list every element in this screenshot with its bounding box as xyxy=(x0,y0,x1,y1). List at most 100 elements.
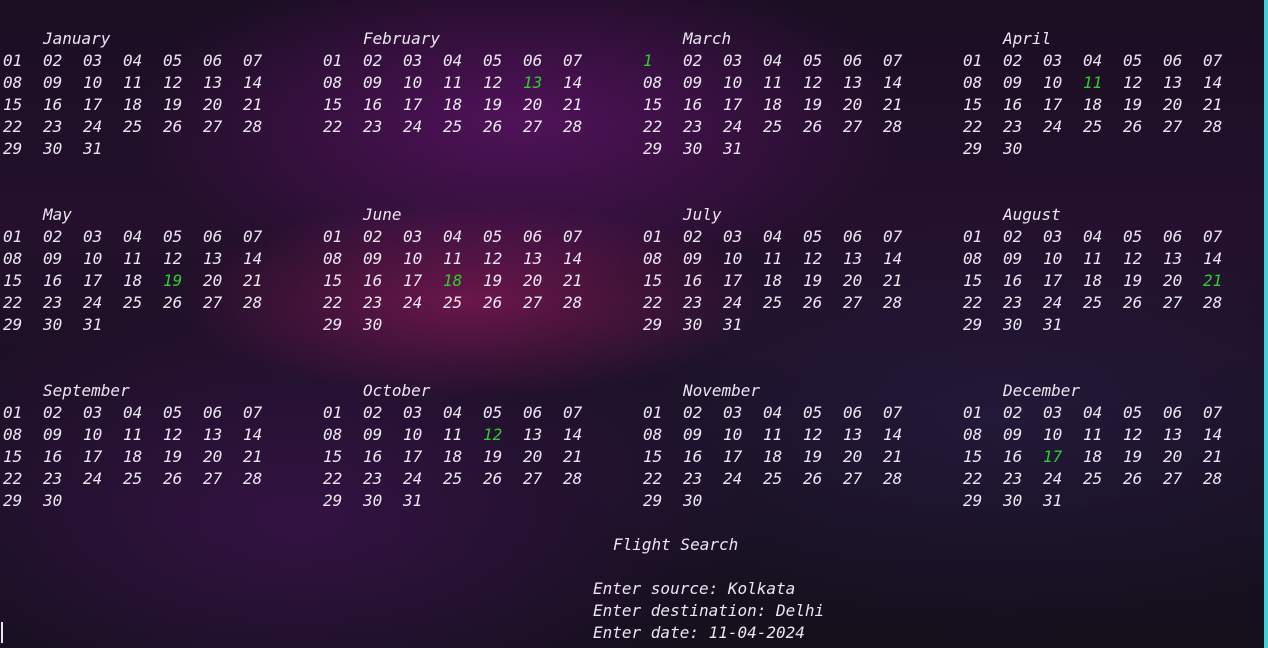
day-cell: 14 xyxy=(563,73,583,92)
day-cell: 01 xyxy=(3,51,23,70)
day-cell: 18 xyxy=(443,95,463,114)
day-cell: 19 xyxy=(1123,447,1143,466)
month-name: March xyxy=(683,29,732,48)
day-cell: 19 xyxy=(483,271,503,290)
day-cell: 18 xyxy=(443,447,463,466)
month-name: November xyxy=(683,381,761,400)
day-cell: 18 xyxy=(763,95,783,114)
day-cell: 18 xyxy=(123,271,143,290)
day-cell: 21 xyxy=(1203,95,1223,114)
highlighted-day: 19 xyxy=(163,271,183,290)
day-cell: 12 xyxy=(803,249,823,268)
day-cell: 07 xyxy=(883,227,903,246)
month-june: June 01 02 03 04 05 06 07 08 09 10 11 12 13 14 15 16 17 18… xyxy=(323,204,643,336)
day-cell: 03 xyxy=(723,403,743,422)
day-cell: 09 xyxy=(683,425,703,444)
day-cell: 02 xyxy=(363,403,383,422)
day-cell: 04 xyxy=(123,51,143,70)
day-cell: 19 xyxy=(1123,95,1143,114)
day-cell: 19 xyxy=(483,95,503,114)
day-cell: 17 xyxy=(723,447,743,466)
day-cell: 07 xyxy=(1203,403,1223,422)
day-cell: 06 xyxy=(203,51,223,70)
day-cell: 31 xyxy=(1043,315,1063,334)
day-cell: 30 xyxy=(363,315,383,334)
day-cell: 27 xyxy=(523,469,543,488)
day-cell: 04 xyxy=(1083,51,1103,70)
text-cursor xyxy=(1,622,3,643)
day-cell: 12 xyxy=(803,425,823,444)
day-cell: 11 xyxy=(123,249,143,268)
day-cell: 16 xyxy=(363,271,383,290)
day-cell: 14 xyxy=(563,249,583,268)
day-cell: 31 xyxy=(403,491,423,510)
terminal-window[interactable]: January 01 02 03 04 05 06 07 08 09 10 11 12 13 14 15 16 1… xyxy=(0,0,1262,648)
month-october: October 01 02 03 04 05 06 07 08 09 10 11 12 13 14 15 16 1… xyxy=(323,380,643,512)
day-cell: 17 xyxy=(1043,271,1063,290)
day-cell: 17 xyxy=(723,95,743,114)
day-cell: 31 xyxy=(1043,491,1063,510)
day-cell: 14 xyxy=(243,425,263,444)
day-cell: 24 xyxy=(83,117,103,136)
day-cell: 09 xyxy=(1003,73,1023,92)
day-cell: 24 xyxy=(723,293,743,312)
day-cell: 21 xyxy=(1203,447,1223,466)
day-cell: 11 xyxy=(763,73,783,92)
day-cell: 04 xyxy=(763,51,783,70)
day-cell: 21 xyxy=(883,95,903,114)
day-cell: 08 xyxy=(643,73,663,92)
day-cell: 09 xyxy=(43,73,63,92)
day-cell: 31 xyxy=(83,315,103,334)
day-cell: 27 xyxy=(1163,293,1183,312)
day-cell: 25 xyxy=(763,469,783,488)
day-cell: 04 xyxy=(123,227,143,246)
day-cell: 22 xyxy=(963,293,983,312)
day-cell: 15 xyxy=(323,447,343,466)
day-cell: 25 xyxy=(1083,117,1103,136)
day-cell: 23 xyxy=(683,469,703,488)
day-cell: 06 xyxy=(523,227,543,246)
month-august: August 01 02 03 04 05 06 07 08 09 10 11 12 13 14 15 16 17… xyxy=(963,204,1262,336)
day-cell: 15 xyxy=(323,271,343,290)
day-cell: 20 xyxy=(203,271,223,290)
day-cell: 08 xyxy=(323,73,343,92)
day-cell: 13 xyxy=(843,249,863,268)
month-december: December 01 02 03 04 05 06 07 08 09 10 11 12 13 14 15 16… xyxy=(963,380,1262,512)
day-cell: 29 xyxy=(3,315,23,334)
day-cell: 25 xyxy=(763,293,783,312)
day-cell: 02 xyxy=(43,51,63,70)
day-cell: 08 xyxy=(643,425,663,444)
day-cell: 20 xyxy=(523,447,543,466)
day-cell: 16 xyxy=(683,271,703,290)
day-cell: 12 xyxy=(163,425,183,444)
day-cell: 24 xyxy=(403,469,423,488)
day-cell: 01 xyxy=(3,227,23,246)
day-cell: 29 xyxy=(963,491,983,510)
day-cell: 03 xyxy=(1043,51,1063,70)
day-cell: 25 xyxy=(1083,469,1103,488)
day-cell: 08 xyxy=(3,73,23,92)
day-cell: 23 xyxy=(363,293,383,312)
day-cell: 01 xyxy=(323,51,343,70)
day-cell: 10 xyxy=(83,249,103,268)
day-cell: 22 xyxy=(643,469,663,488)
day-cell: 21 xyxy=(243,447,263,466)
month-name: October xyxy=(363,381,431,400)
day-cell: 01 xyxy=(323,227,343,246)
day-cell: 12 xyxy=(803,73,823,92)
day-cell: 26 xyxy=(803,293,823,312)
day-cell: 21 xyxy=(883,271,903,290)
day-cell: 19 xyxy=(1123,271,1143,290)
day-cell: 06 xyxy=(843,51,863,70)
day-cell: 30 xyxy=(1003,315,1023,334)
day-cell: 16 xyxy=(1003,95,1023,114)
day-cell: 09 xyxy=(683,73,703,92)
month-february: February 01 02 03 04 05 06 07 08 09 10 11 12 13 14 15 16… xyxy=(323,28,643,160)
date-prompt[interactable]: Enter date: 11-04-2024 xyxy=(593,622,805,644)
day-cell: 06 xyxy=(1163,51,1183,70)
day-cell: 30 xyxy=(43,139,63,158)
day-cell: 17 xyxy=(83,95,103,114)
day-cell: 18 xyxy=(123,447,143,466)
day-cell: 06 xyxy=(203,403,223,422)
month-name: August xyxy=(1003,205,1061,224)
